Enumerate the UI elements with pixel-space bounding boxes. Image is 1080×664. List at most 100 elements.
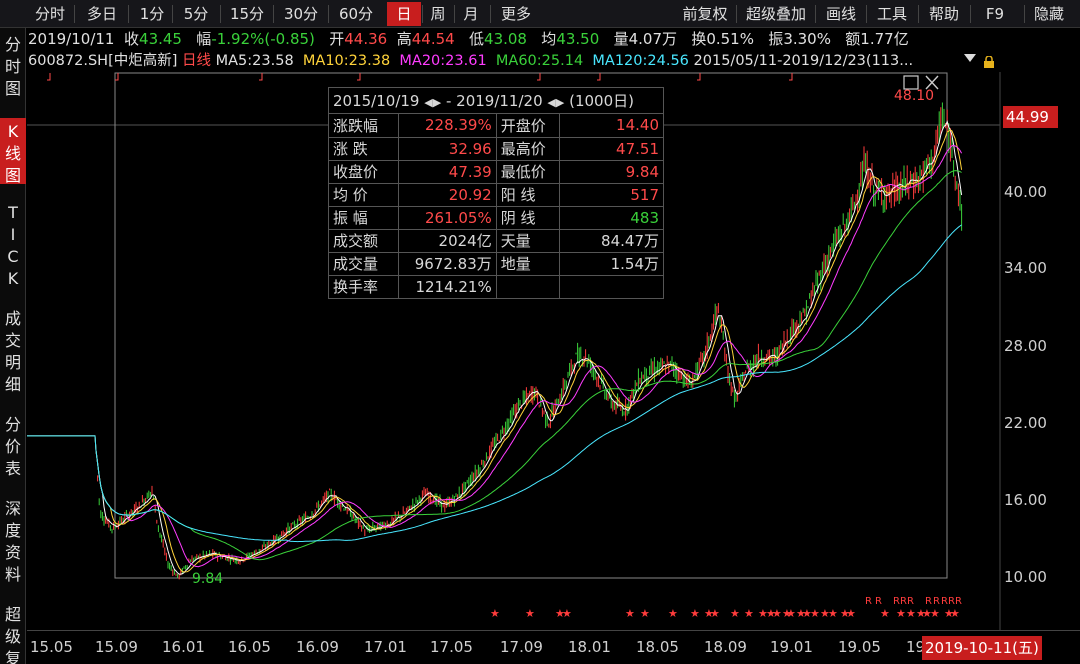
stats-label: 阳 线 [495,182,561,207]
tab-weekly[interactable]: 周 [426,2,450,26]
dropdown-arrow-icon[interactable] [964,54,976,62]
f9-button[interactable]: F9 [976,2,1014,26]
tab-1min[interactable]: 1分 [134,2,170,26]
stats-header: 2015/10/19 ◀▶ - 2019/11/20 ◀▶ (1000日) [329,88,663,114]
sidebar-item-tick[interactable]: TICK [0,202,26,290]
star-marker[interactable]: ★ [880,607,890,620]
stats-value: 20.92 [398,182,497,207]
date-tick-label: 17.09 [500,638,543,656]
ma20-value: MA20:23.61 [399,53,487,69]
star-marker[interactable]: ★ [640,607,650,620]
r-marker[interactable]: R [875,596,882,607]
date-tick-label: 17.05 [430,638,473,656]
amplitude-value: 3.30% [783,30,831,48]
star-marker[interactable]: ★ [744,607,754,620]
stats-label: 阴 线 [495,205,561,230]
date-tick-label: 16.01 [162,638,205,656]
tab-more[interactable]: 更多 [494,2,538,26]
change-value: -1.92%(-0.85) [211,30,315,48]
r-marker[interactable]: R [948,596,955,607]
r-marker[interactable]: R [907,596,914,607]
interval-stats-panel: 2015/10/19 ◀▶ - 2019/11/20 ◀▶ (1000日) 涨跌… [328,87,664,299]
price-tick-label: 34.00 [1004,259,1047,277]
event-tick [47,73,51,81]
stats-start-date[interactable]: 2015/10/19 [333,92,419,110]
stats-label: 涨 跌 [329,136,400,161]
r-marker[interactable]: R [955,596,962,607]
star-marker[interactable]: ★ [710,607,720,620]
star-marker[interactable]: ★ [930,607,940,620]
star-marker[interactable]: ★ [810,607,820,620]
star-marker[interactable]: ★ [828,607,838,620]
ma5-value: MA5:23.58 [215,53,294,69]
stats-value: 84.47万 [559,228,663,253]
star-marker[interactable]: ★ [906,607,916,620]
sidebar-item-in-depth-info[interactable]: 深度资料 [0,498,26,586]
quote-summary: 2019/10/11 收43.45 幅-1.92%(-0.85) 开44.36 … [28,28,909,50]
stats-value: 14.40 [559,114,663,138]
stats-value: 228.39% [398,114,497,138]
tab-daily[interactable]: 日 [387,2,421,26]
r-marker[interactable]: R [865,596,872,607]
stats-end-date[interactable]: 2019/11/20 [456,92,542,110]
super-overlay-button[interactable]: 超级叠加 [740,2,812,26]
sidebar-item-super-restore[interactable]: 超级复 [0,604,26,664]
star-marker[interactable]: ★ [668,607,678,620]
high-value: 44.54 [411,30,455,48]
event-markers: ★ ★ ★★ ★ ★ ★ ★ ★★ ★ ★ ★★★ ★★ ★★★ ★★ ★★ ★ ★ ★ ★★★ ★★R R R R R R R R… [490,596,962,620]
date-tick-label: 18.05 [636,638,679,656]
r-marker[interactable]: R [933,596,940,607]
r-marker[interactable]: R [925,596,932,607]
amplitude-label: 振 [768,30,784,48]
date-tick-label: 15.05 [30,638,73,656]
tab-30min[interactable]: 30分 [278,2,324,26]
sidebar-item-kline-chart[interactable]: K线图 [0,118,26,185]
close-icon[interactable] [925,75,939,90]
tab-15min[interactable]: 15分 [224,2,270,26]
event-tick [259,73,263,81]
star-marker[interactable]: ★ [846,607,856,620]
star-marker[interactable]: ★ [730,607,740,620]
star-marker[interactable]: ★ [625,607,635,620]
star-marker[interactable]: ★ [490,607,500,620]
stats-row: 涨 跌 32.96 最高价 47.51 [329,136,663,161]
tools-button[interactable]: 工具 [872,2,912,26]
r-marker[interactable]: R [893,596,900,607]
tab-monthly[interactable]: 月 [458,2,484,26]
star-marker[interactable]: ★ [786,607,796,620]
star-marker[interactable]: ★ [690,607,700,620]
tab-multi-day[interactable]: 多日 [80,2,124,26]
event-tick [789,73,793,81]
stats-label: 天量 [495,228,561,253]
stats-row: 收盘价 47.39 最低价 9.84 [329,159,663,184]
adjust-arrows-icon[interactable]: ◀▶ [424,96,441,109]
adjust-arrows-icon[interactable]: ◀▶ [547,96,564,109]
help-button[interactable]: 帮助 [924,2,964,26]
current-date-tag: 2019-10-11(五) [922,636,1042,660]
tab-5min[interactable]: 5分 [176,2,216,26]
sidebar-item-trade-details[interactable]: 成交明细 [0,308,26,396]
tab-60min[interactable]: 60分 [332,2,380,26]
star-marker[interactable]: ★ [896,607,906,620]
star-marker[interactable]: ★ [772,607,782,620]
maximize-icon[interactable] [903,75,919,90]
amount-label: 额 [845,30,861,48]
hide-button[interactable]: 隐藏 [1028,2,1070,26]
avg-value: 43.50 [556,30,600,48]
price-tick-label: 40.00 [1004,183,1047,201]
star-marker[interactable]: ★ [562,607,572,620]
period-label[interactable]: 日线 [182,53,211,69]
r-marker[interactable]: R [900,596,907,607]
forward-adjust-button[interactable]: 前复权 [676,2,734,26]
sidebar-item-intraday-chart[interactable]: 分时图 [0,34,26,100]
star-marker[interactable]: ★ [525,607,535,620]
date-tick-label: 18.01 [568,638,611,656]
stats-label: 地量 [495,251,561,276]
indicator-bar: 600872.SH[中炬高新] 日线 MA5:23.58 MA10:23.38 … [28,51,913,71]
r-marker[interactable]: R [941,596,948,607]
draw-line-button[interactable]: 画线 [820,2,862,26]
star-marker[interactable]: ★ [950,607,960,620]
lock-icon[interactable] [984,54,994,68]
sidebar-item-price-table[interactable]: 分价表 [0,414,26,480]
tab-intraday[interactable]: 分时 [28,2,72,26]
